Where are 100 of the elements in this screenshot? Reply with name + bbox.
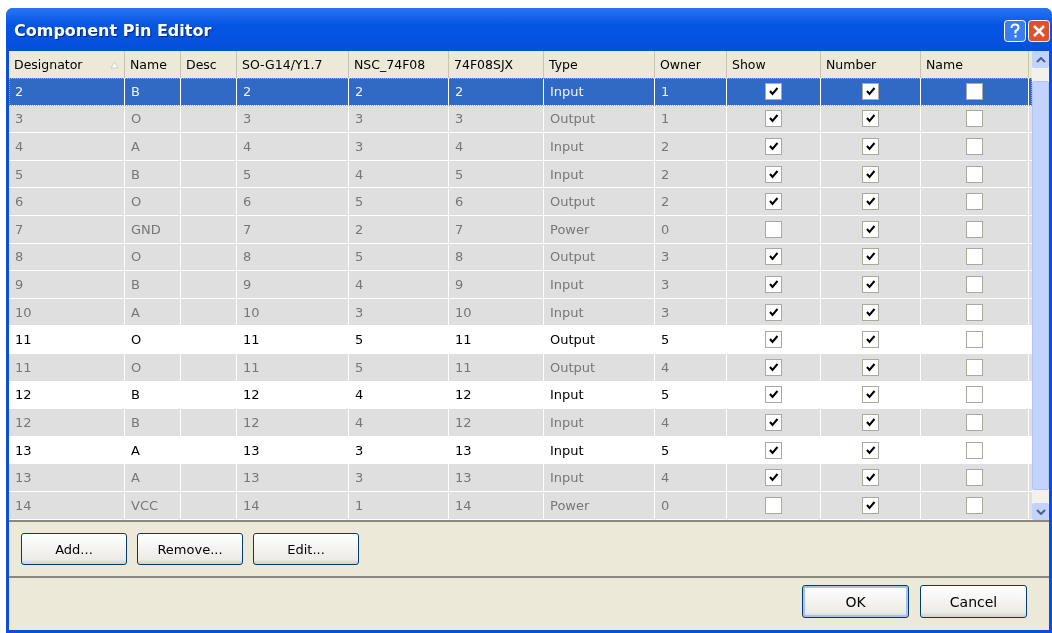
checkbox[interactable] [765,303,782,321]
table-cell: Input [544,464,655,491]
checkbox[interactable] [966,386,983,404]
table-cell: Input [544,78,655,105]
checkbox[interactable] [765,193,782,211]
edit-action-button[interactable]: Remove... [137,533,243,565]
table-cell: 5 [9,160,125,188]
checkbox[interactable] [765,386,782,404]
checkbox[interactable] [765,469,782,487]
help-icon[interactable] [1004,19,1026,42]
checkbox[interactable] [966,165,983,183]
check-mark-icon [767,333,780,347]
table-cell: O [125,353,181,381]
table-cell: 11 [449,353,544,381]
table-cell: Power [544,491,655,519]
table-cell: 3 [655,271,727,298]
checkbox[interactable] [862,193,879,211]
scroll-up-icon[interactable] [1035,56,1046,63]
window-title: Component Pin Editor [14,21,212,40]
checkbox[interactable] [966,496,983,514]
checkbox[interactable] [765,248,782,266]
table-cell: Input [544,160,655,188]
checkbox[interactable] [765,358,782,376]
checkbox[interactable] [862,220,879,238]
checkbox[interactable] [966,110,983,128]
table-cell: 10 [237,298,349,326]
checkbox[interactable] [966,331,983,349]
checkbox[interactable] [966,303,983,321]
checkbox[interactable] [862,275,879,293]
table-cell: Output [544,188,655,215]
checkbox[interactable] [765,441,782,459]
check-mark-icon [864,333,877,347]
vertical-scrollbar[interactable] [1032,51,1049,520]
checkbox[interactable] [862,386,879,404]
checkbox[interactable] [966,358,983,376]
table-cell: 6 [449,188,544,215]
checkbox[interactable] [966,220,983,238]
checkbox[interactable] [765,413,782,431]
check-mark-icon [864,112,877,126]
checkbox[interactable] [862,331,879,349]
checkbox[interactable] [765,220,782,238]
checkbox[interactable] [966,82,983,100]
checkbox[interactable] [765,82,782,100]
table-cell: 8 [449,243,544,271]
check-mark-icon [767,250,780,264]
checkbox[interactable] [765,138,782,155]
table-cell: O [125,243,181,271]
check-mark-icon [864,388,877,402]
checkbox[interactable] [862,303,879,321]
table-cell: 4 [655,353,727,381]
checkbox[interactable] [966,275,983,293]
table-cell: Output [544,105,655,133]
checkbox[interactable] [862,441,879,459]
dialog-button[interactable]: OK [802,585,909,618]
checkbox[interactable] [966,248,983,266]
table-cell: 5 [655,436,727,464]
table-cell: 12 [449,381,544,409]
check-mark-icon [767,471,780,485]
table-cell: 6 [9,188,125,215]
table-cell: 11 [449,326,544,353]
table-cell: 8 [237,243,349,271]
checkbox[interactable] [966,413,983,431]
table-cell: 7 [237,215,349,243]
table-cell: 13 [449,464,544,491]
checkbox[interactable] [862,413,879,431]
checkbox[interactable] [966,138,983,155]
checkbox[interactable] [765,165,782,183]
checkbox[interactable] [862,165,879,183]
checkbox[interactable] [862,248,879,266]
close-icon[interactable] [1028,19,1050,42]
checkbox[interactable] [966,193,983,211]
table-cell: 9 [237,271,349,298]
table-cell: 0 [655,491,727,519]
table-cell: 5 [349,353,449,381]
checkbox[interactable] [765,275,782,293]
checkbox[interactable] [862,358,879,376]
table-cell: 4 [655,409,727,436]
checkbox[interactable] [966,441,983,459]
edit-action-button[interactable]: Add... [21,533,127,565]
check-mark-icon [767,195,780,209]
checkbox[interactable] [862,138,879,155]
table-cell: 7 [449,215,544,243]
check-mark-icon [864,471,877,485]
dialog-button[interactable]: Cancel [920,585,1027,618]
checkbox[interactable] [862,496,879,514]
table-cell: 12 [237,381,349,409]
checkbox[interactable] [862,469,879,487]
checkbox[interactable] [966,469,983,487]
checkbox[interactable] [765,331,782,349]
checkbox[interactable] [765,496,782,514]
table-cell: GND [125,215,181,243]
checkbox[interactable] [862,110,879,128]
checkbox[interactable] [765,110,782,128]
edit-action-button[interactable]: Edit... [253,533,359,565]
table-cell: 2 [655,133,727,160]
table-cell: 10 [9,298,125,326]
checkbox[interactable] [862,82,879,100]
table-cell: Output [544,326,655,353]
scroll-down-icon[interactable] [1035,508,1046,515]
table-cell: O [125,326,181,353]
